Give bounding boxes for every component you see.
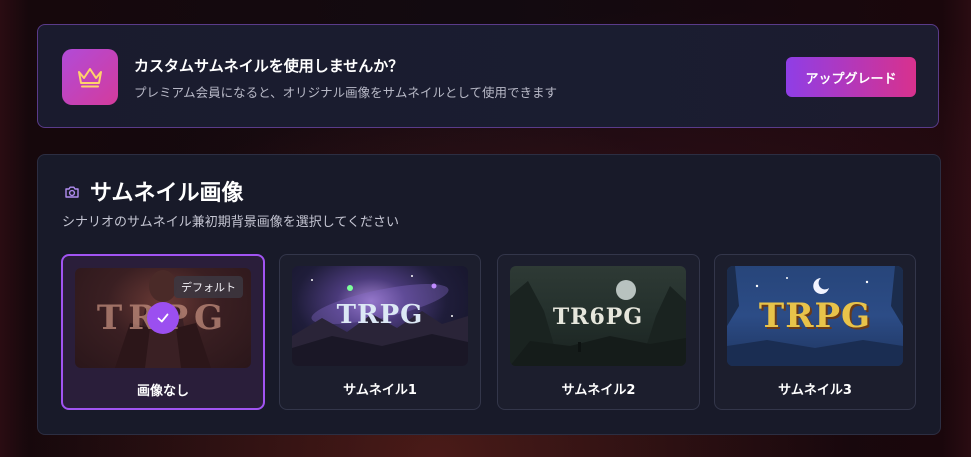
thumbnail-image: TRPG [727, 266, 903, 366]
banner-description: プレミアム会員になると、オリジナル画像をサムネイルとして使用できます [134, 85, 558, 100]
default-badge: デフォルト [174, 276, 243, 298]
crown-icon [78, 68, 102, 88]
thumbnail-image: TRPG デフォルト [75, 268, 251, 368]
thumbnail-image: TR6PG [510, 266, 686, 366]
thumbnail-option-2[interactable]: TR6PG サムネイル2 [497, 254, 700, 410]
thumbnail-logo-text: TR6PG [552, 304, 644, 330]
section-title: サムネイル画像 [90, 181, 244, 206]
thumbnail-image: TRPG [292, 266, 468, 366]
thumbnail-option-label: サムネイル2 [561, 383, 636, 398]
section-description: シナリオのサムネイル兼初期背景画像を選択してください [62, 215, 399, 230]
thumbnail-option-label: サムネイル3 [778, 383, 852, 398]
upgrade-button[interactable]: アップグレード [786, 57, 916, 97]
thumbnail-logo-text: TRPG [758, 296, 872, 336]
banner-title: カスタムサムネイルを使用しませんか？ [134, 57, 404, 75]
thumbnail-option-label: サムネイル1 [343, 383, 417, 398]
selected-check-icon [147, 302, 179, 334]
thumbnail-option-none[interactable]: TRPG デフォルト 画像なし [61, 254, 265, 410]
thumbnail-option-3[interactable]: TRPG サムネイル3 [714, 254, 916, 410]
thumbnail-option-1[interactable]: TRPG サムネイル1 [279, 254, 481, 410]
crown-icon-box [62, 49, 118, 105]
premium-banner: カスタムサムネイルを使用しませんか？ プレミアム会員になると、オリジナル画像をサ… [37, 24, 939, 128]
thumbnail-option-label: 画像なし [136, 384, 189, 399]
thumbnail-panel: サムネイル画像 シナリオのサムネイル兼初期背景画像を選択してください TRPG … [37, 154, 941, 435]
thumbnail-logo-text: TRPG [336, 300, 424, 330]
camera-icon [65, 186, 79, 198]
